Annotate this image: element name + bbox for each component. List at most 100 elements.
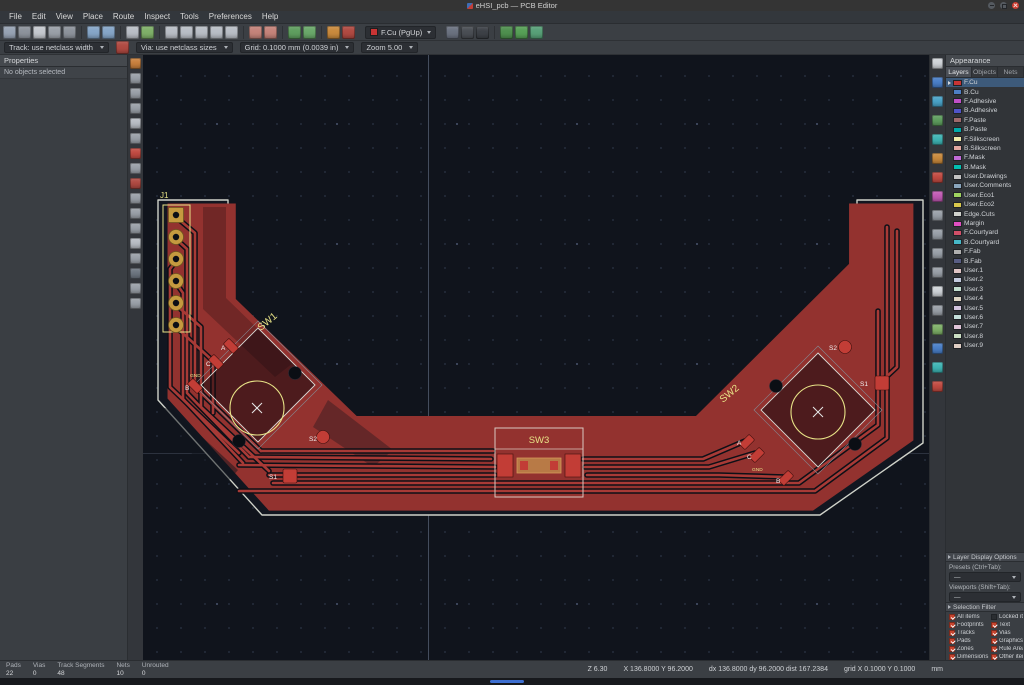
selection-filter-item[interactable]: Rule Areas: [991, 646, 1023, 652]
polar-coords-icon[interactable]: [130, 73, 141, 84]
footprint-browser-icon[interactable]: [303, 26, 316, 39]
layer-color-swatch[interactable]: [953, 221, 962, 227]
draw-polygon-icon[interactable]: [932, 267, 943, 278]
selection-filter-item[interactable]: Zones: [949, 646, 989, 652]
high-contrast-icon[interactable]: [130, 268, 141, 279]
layer-row[interactable]: Margin: [946, 219, 1024, 228]
layer-row[interactable]: F.Courtyard: [946, 228, 1024, 237]
layer-row[interactable]: Edge.Cuts: [946, 209, 1024, 218]
board-setup-icon[interactable]: [18, 26, 31, 39]
print-icon[interactable]: [48, 26, 61, 39]
draw-arc-icon[interactable]: [932, 229, 943, 240]
tab-nets[interactable]: Nets: [998, 67, 1024, 77]
layer-color-swatch[interactable]: [953, 296, 962, 302]
add-dimension-icon[interactable]: [932, 324, 943, 335]
zone-fill-icon[interactable]: [130, 178, 141, 189]
track-width-dropdown[interactable]: Track: use netclass width: [4, 42, 109, 53]
script-console-icon[interactable]: [500, 26, 513, 39]
layer-row[interactable]: User.6: [946, 313, 1024, 322]
layer-color-swatch[interactable]: [953, 258, 962, 264]
draw-line-icon[interactable]: [932, 210, 943, 221]
layer-row[interactable]: User.Eco1: [946, 191, 1024, 200]
layer-color-swatch[interactable]: [953, 333, 962, 339]
layer-color-swatch[interactable]: [953, 89, 962, 95]
via-size-dropdown[interactable]: Via: use netclass sizes: [136, 42, 233, 53]
local-ratsnest-icon[interactable]: [932, 77, 943, 88]
minimize-button[interactable]: [988, 2, 995, 9]
menu-route[interactable]: Route: [108, 11, 139, 23]
track-width-icon[interactable]: [342, 26, 355, 39]
sw1-pad-s2[interactable]: [317, 431, 330, 444]
menu-edit[interactable]: Edit: [27, 11, 51, 23]
layer-color-swatch[interactable]: [953, 343, 962, 349]
highlight-net-icon[interactable]: [932, 96, 943, 107]
layer-color-swatch[interactable]: [953, 136, 962, 142]
layer-color-swatch[interactable]: [953, 183, 962, 189]
curved-ratsnest-icon[interactable]: [130, 163, 141, 174]
zone-outline-icon[interactable]: [130, 193, 141, 204]
add-text-icon[interactable]: [932, 286, 943, 297]
route-tracks-icon[interactable]: [932, 134, 943, 145]
layer-row[interactable]: F.Cu: [946, 78, 1024, 87]
undo-icon[interactable]: [87, 26, 100, 39]
menu-inspect[interactable]: Inspect: [139, 11, 175, 23]
layer-row[interactable]: User.3: [946, 285, 1024, 294]
selection-filter-item[interactable]: Vias: [991, 630, 1023, 636]
tab-layers[interactable]: Layers: [946, 67, 972, 77]
units-mil-icon[interactable]: [130, 103, 141, 114]
layer-color-swatch[interactable]: [953, 249, 962, 255]
find-icon[interactable]: [126, 26, 139, 39]
sw2-pad-s1[interactable]: [875, 376, 889, 390]
layer-color-swatch[interactable]: [953, 155, 962, 161]
place-via-icon[interactable]: [932, 153, 943, 164]
layer-color-swatch[interactable]: [953, 211, 962, 217]
zoom-fit-icon[interactable]: [195, 26, 208, 39]
layer-color-swatch[interactable]: [953, 305, 962, 311]
update-pcb-icon[interactable]: [446, 26, 459, 39]
layer-color-swatch[interactable]: [953, 108, 962, 114]
layer-row[interactable]: B.Adhesive: [946, 106, 1024, 115]
layer-color-swatch[interactable]: [953, 239, 962, 245]
layer-row[interactable]: User.1: [946, 266, 1024, 275]
tab-objects[interactable]: Objects: [972, 67, 998, 77]
layer-row[interactable]: User.5: [946, 303, 1024, 312]
net-inspector-icon[interactable]: [476, 26, 489, 39]
select-tool-icon[interactable]: [932, 58, 943, 69]
presets-dropdown[interactable]: —: [949, 572, 1021, 582]
layer-manager-icon[interactable]: [130, 298, 141, 309]
active-layer-dropdown[interactable]: F.Cu (PgUp): [365, 26, 436, 39]
ratsnest-icon[interactable]: [130, 148, 141, 159]
place-origin-icon[interactable]: [932, 343, 943, 354]
plot-icon[interactable]: [63, 26, 76, 39]
viewports-dropdown[interactable]: —: [949, 592, 1021, 602]
layer-row[interactable]: User.7: [946, 322, 1024, 331]
layer-row[interactable]: F.Paste: [946, 116, 1024, 125]
layer-row[interactable]: User.Comments: [946, 181, 1024, 190]
selection-filter-item[interactable]: Locked items: [991, 614, 1023, 620]
menu-preferences[interactable]: Preferences: [204, 11, 257, 23]
draw-circle-icon[interactable]: [932, 248, 943, 259]
sw3-pad-left[interactable]: [497, 454, 513, 477]
zoom-dropdown[interactable]: Zoom 5.00: [361, 42, 418, 53]
menu-help[interactable]: Help: [257, 11, 283, 23]
layer-row[interactable]: F.Adhesive: [946, 97, 1024, 106]
selection-filter-item[interactable]: All items: [949, 614, 989, 620]
drc-icon[interactable]: [461, 26, 474, 39]
sw2-pad-s2[interactable]: [839, 341, 852, 354]
auto-track-width-icon[interactable]: [116, 41, 129, 54]
place-footprint-icon[interactable]: [932, 115, 943, 126]
layer-row[interactable]: User.9: [946, 341, 1024, 350]
layer-color-swatch[interactable]: [953, 145, 962, 151]
rotate-cw-icon[interactable]: [264, 26, 277, 39]
grid-dropdown[interactable]: Grid: 0.1000 mm (0.0039 in): [240, 42, 355, 53]
track-outline-icon[interactable]: [130, 253, 141, 264]
via-outline-icon[interactable]: [130, 238, 141, 249]
rotate-ccw-icon[interactable]: [249, 26, 262, 39]
units-inch-icon[interactable]: [130, 88, 141, 99]
zoom-selection-icon[interactable]: [225, 26, 238, 39]
layer-row[interactable]: B.Paste: [946, 125, 1024, 134]
selection-filter-header[interactable]: Selection Filter: [946, 602, 1024, 612]
menu-tools[interactable]: Tools: [175, 11, 204, 23]
redo-icon[interactable]: [102, 26, 115, 39]
layer-color-swatch[interactable]: [953, 277, 962, 283]
